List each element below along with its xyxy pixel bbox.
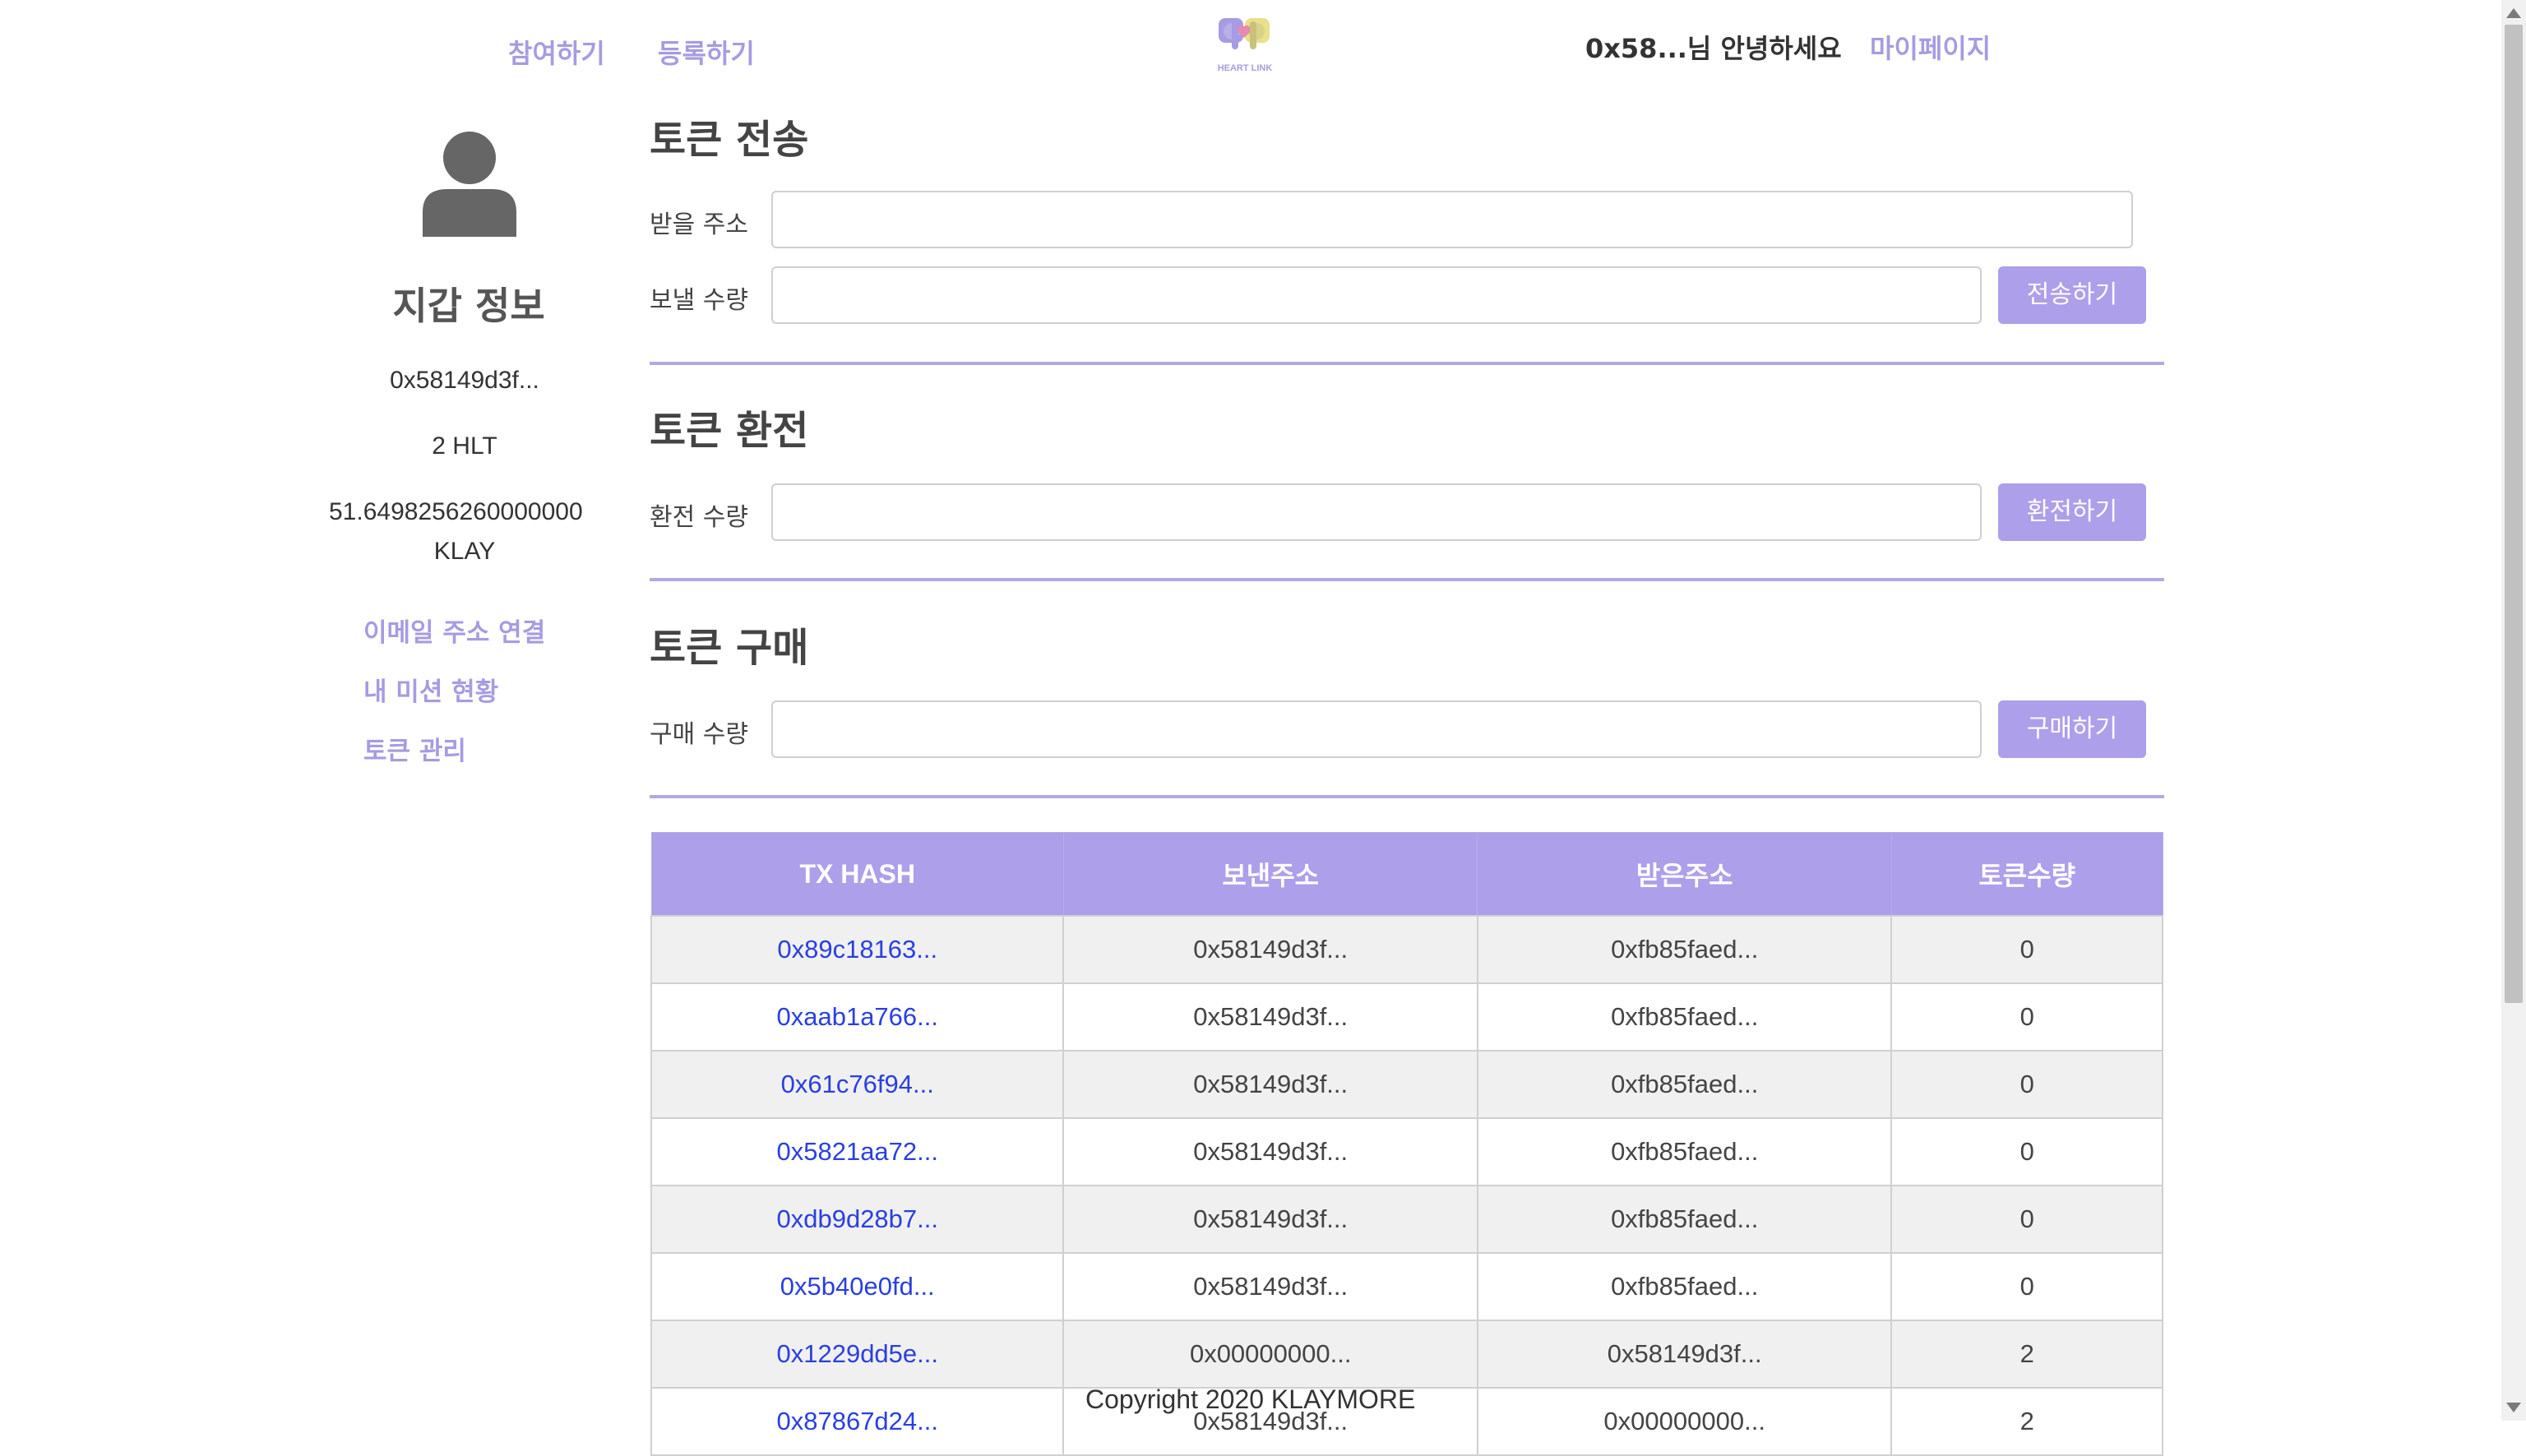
footer-copyright: Copyright 2020 KLAYMORE	[1085, 1384, 1416, 1414]
heart-link-logo[interactable]: HEART LINK	[1215, 13, 1275, 77]
table-row: 0x5821aa72... 0x58149d3f... 0xfb85faed..…	[650, 1117, 2163, 1186]
tx-hash-link[interactable]: 0x87867d24...	[650, 1387, 1065, 1456]
to-address: 0xfb85faed...	[1476, 982, 1893, 1052]
scrollbar-thumb[interactable]	[2505, 25, 2523, 1003]
from-address: 0x58149d3f...	[1062, 982, 1478, 1052]
wallet-info-title: 지갑 정보	[392, 284, 545, 328]
exchange-amount-label: 환전 수량	[650, 503, 748, 532]
exchange-amount-input[interactable]	[771, 483, 1982, 541]
col-header-to: 받은주소	[1477, 832, 1892, 917]
from-address: 0x58149d3f...	[1062, 1050, 1478, 1119]
tx-hash-link[interactable]: 0xdb9d28b7...	[650, 1185, 1065, 1254]
mypage-link[interactable]: 마이페이지	[1870, 28, 1991, 66]
nav-register-link[interactable]: 등록하기	[658, 33, 755, 71]
to-address-label: 받을 주소	[650, 210, 748, 239]
tx-hash-link[interactable]: 0x1229dd5e...	[650, 1320, 1065, 1389]
tx-hash-link[interactable]: 0xaab1a766...	[650, 982, 1065, 1052]
from-address: 0x58149d3f...	[1062, 915, 1478, 984]
greeting-text: 0x58...님 안녕하세요	[1585, 33, 1842, 64]
nav-join-link[interactable]: 참여하기	[508, 33, 605, 71]
to-address: 0xfb85faed...	[1476, 1117, 1893, 1186]
token-manage-link[interactable]: 토큰 관리	[363, 730, 466, 767]
token-amount: 2	[1890, 1387, 2163, 1456]
table-row: 0xaab1a766... 0x58149d3f... 0xfb85faed..…	[650, 982, 2163, 1052]
tx-hash-link[interactable]: 0x5b40e0fd...	[650, 1252, 1065, 1321]
email-connect-link[interactable]: 이메일 주소 연결	[363, 612, 545, 649]
my-missions-link[interactable]: 내 미션 현황	[363, 671, 498, 708]
tx-hash-link[interactable]: 0x89c18163...	[650, 915, 1065, 984]
user-avatar-icon	[423, 130, 516, 237]
send-amount-label: 보낼 수량	[650, 286, 748, 315]
col-header-tx-hash: TX HASH	[650, 832, 1064, 917]
to-address: 0x00000000...	[1476, 1387, 1893, 1456]
token-amount: 0	[1890, 982, 2163, 1052]
transfer-section-title: 토큰 전송	[650, 117, 809, 163]
purchase-button[interactable]: 구매하기	[1998, 700, 2146, 758]
table-header-row: TX HASH 보낸주소 받은주소 토큰수량	[650, 832, 2163, 917]
purchase-amount-label: 구매 수량	[650, 720, 748, 749]
to-address: 0xfb85faed...	[1476, 915, 1893, 984]
to-address: 0xfb85faed...	[1476, 1252, 1893, 1321]
token-amount: 0	[1890, 915, 2163, 984]
table-row: 0x1229dd5e... 0x00000000... 0x58149d3f..…	[650, 1320, 2163, 1389]
tx-hash-link[interactable]: 0x61c76f94...	[650, 1050, 1065, 1119]
table-row: 0x61c76f94... 0x58149d3f... 0xfb85faed..…	[650, 1050, 2163, 1119]
exchange-section-title: 토큰 환전	[650, 408, 809, 454]
token-amount: 0	[1890, 1117, 2163, 1186]
wallet-address: 0x58149d3f...	[390, 367, 539, 394]
from-address: 0x58149d3f...	[1062, 1252, 1478, 1321]
section-divider	[650, 362, 2164, 365]
col-header-amount: 토큰수량	[1890, 832, 2163, 917]
tx-hash-link[interactable]: 0x5821aa72...	[650, 1117, 1065, 1186]
purchase-amount-input[interactable]	[771, 700, 1982, 758]
klay-balance-amount: 51.6498256260000000	[329, 498, 583, 525]
to-address-input[interactable]	[771, 191, 2133, 248]
token-amount: 0	[1890, 1050, 2163, 1119]
from-address: 0x00000000...	[1062, 1320, 1478, 1389]
table-row: 0x89c18163... 0x58149d3f... 0xfb85faed..…	[650, 915, 2163, 984]
col-header-from: 보낸주소	[1062, 832, 1478, 917]
purchase-section-title: 토큰 구매	[650, 625, 809, 671]
to-address: 0x58149d3f...	[1476, 1320, 1893, 1389]
logo-text: HEART LINK	[1218, 63, 1273, 73]
section-divider	[650, 578, 2164, 581]
klay-balance-unit: KLAY	[433, 538, 496, 565]
token-amount: 0	[1890, 1252, 2163, 1321]
section-divider	[650, 795, 2164, 798]
table-row: 0x5b40e0fd... 0x58149d3f... 0xfb85faed..…	[650, 1252, 2163, 1321]
hlt-balance: 2 HLT	[432, 432, 497, 460]
token-amount: 2	[1890, 1320, 2163, 1389]
transactions-table: TX HASH 보낸주소 받은주소 토큰수량 0x89c18163... 0x5…	[650, 832, 2163, 1456]
page-scrollbar[interactable]	[2501, 0, 2526, 1421]
from-address: 0x58149d3f...	[1062, 1185, 1478, 1254]
scroll-up-arrow-icon[interactable]	[2506, 8, 2521, 18]
scroll-down-arrow-icon[interactable]	[2506, 1403, 2521, 1412]
token-amount: 0	[1890, 1185, 2163, 1254]
to-address: 0xfb85faed...	[1476, 1050, 1893, 1119]
exchange-button[interactable]: 환전하기	[1998, 483, 2146, 541]
send-button[interactable]: 전송하기	[1998, 266, 2146, 324]
from-address: 0x58149d3f...	[1062, 1117, 1478, 1186]
send-amount-input[interactable]	[771, 266, 1982, 324]
to-address: 0xfb85faed...	[1476, 1185, 1893, 1254]
table-row: 0xdb9d28b7... 0x58149d3f... 0xfb85faed..…	[650, 1185, 2163, 1254]
